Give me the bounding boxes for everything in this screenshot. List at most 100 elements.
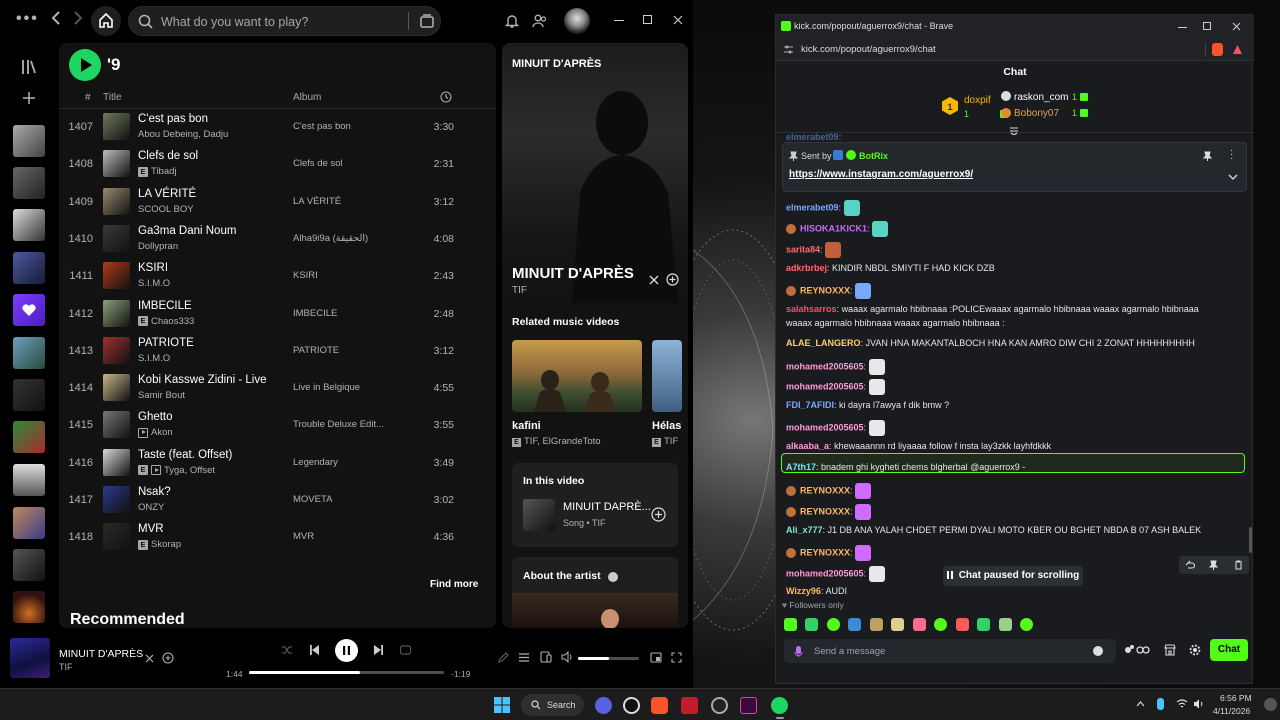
track-title[interactable]: Taste (feat. Offset)	[138, 449, 232, 461]
minimize-icon[interactable]	[1178, 27, 1187, 28]
fullscreen-icon[interactable]	[671, 652, 682, 663]
volume-icon[interactable]	[561, 651, 574, 663]
maximize-icon[interactable]	[1203, 22, 1211, 30]
emote[interactable]	[955, 618, 969, 632]
edit-icon[interactable]	[498, 652, 509, 663]
chat-username[interactable]: mohamed2005605	[786, 568, 864, 578]
library-item[interactable]	[13, 337, 45, 369]
site-info-icon[interactable]	[783, 44, 794, 55]
song-art[interactable]	[523, 499, 555, 531]
microphone-icon[interactable]	[794, 645, 803, 658]
app-icon[interactable]	[711, 697, 728, 714]
chat-username[interactable]: A7th17	[786, 462, 816, 472]
repeat-icon[interactable]	[399, 644, 412, 656]
track-album[interactable]: Alha9i9a (الحقيقة)	[293, 233, 368, 244]
chevron-down-icon[interactable]	[1009, 127, 1019, 135]
track-album[interactable]: Live in Belgique	[293, 382, 360, 393]
track-album[interactable]: MOVETA	[293, 494, 332, 505]
shuffle-icon[interactable]	[281, 644, 293, 656]
settings-icon[interactable]	[1189, 644, 1201, 656]
chat-username[interactable]: adkrbrbej	[786, 263, 827, 273]
library-item[interactable]	[13, 507, 45, 539]
emoji-icon[interactable]	[1093, 646, 1103, 656]
minimize-icon[interactable]	[614, 20, 624, 21]
url-text[interactable]: kick.com/popout/aguerrox9/chat	[801, 44, 936, 55]
library-icon[interactable]	[20, 59, 38, 75]
track-album[interactable]: Legendary	[293, 457, 338, 468]
track-album[interactable]: Clefs de sol	[293, 158, 343, 169]
microphone-icon[interactable]	[1157, 698, 1164, 710]
emote[interactable]	[977, 618, 991, 632]
in-video-title[interactable]: MINUIT DAPRÈ...	[563, 501, 651, 513]
search-bar[interactable]: What do you want to play?	[128, 6, 441, 36]
track-artist-name[interactable]: Tibadj	[151, 166, 177, 177]
track-album[interactable]: C'est pas bon	[293, 121, 351, 132]
spotify-icon[interactable]	[771, 697, 788, 714]
app-icon[interactable]	[740, 697, 757, 714]
chat-username[interactable]: Ali_x777	[786, 525, 823, 535]
track-row[interactable]: 1414 Kobi Kasswe Zidini - Live Samir Bout L…	[59, 370, 496, 407]
track-title[interactable]: Ghetto	[138, 411, 173, 423]
track-art[interactable]	[103, 523, 130, 551]
notifications-icon[interactable]	[1264, 698, 1277, 711]
track-artist-name[interactable]: Abou Debeing, Dadju	[138, 129, 228, 140]
maximize-icon[interactable]	[643, 15, 652, 24]
track-artist-name[interactable]: Chaos333	[151, 316, 194, 327]
pinned-link[interactable]: https://www.instagram.com/aguerrox9/	[789, 169, 973, 180]
chat-username[interactable]: elmerabet09	[786, 202, 839, 212]
pin-icon[interactable]	[1203, 151, 1212, 161]
track-artist-name[interactable]: SCOOL BOY	[138, 204, 194, 215]
track-row[interactable]: 1417 Nsak? ONZY MOVETA 3:02	[59, 482, 496, 519]
add-circle-icon[interactable]	[162, 652, 174, 664]
library-item[interactable]	[13, 125, 45, 157]
emote[interactable]	[805, 618, 819, 632]
brave-rewards-icon[interactable]	[1232, 44, 1243, 55]
track-title[interactable]: IMBECILE	[138, 300, 192, 312]
track-art[interactable]	[103, 262, 130, 290]
player-track-title[interactable]: MINUIT D'APRÈS	[59, 648, 143, 660]
library-item[interactable]	[13, 591, 45, 623]
clock-time[interactable]: 6:56 PM	[1220, 693, 1252, 703]
brave-icon[interactable]	[651, 697, 668, 714]
windows-start-icon[interactable]	[494, 697, 510, 713]
track-art[interactable]	[103, 486, 130, 513]
send-chat-button[interactable]: Chat	[1210, 639, 1248, 661]
emote[interactable]	[998, 618, 1012, 632]
track-artist-name[interactable]: S.I.M.O	[138, 353, 170, 364]
now-playing-artist[interactable]: TIF	[512, 285, 527, 296]
wifi-icon[interactable]	[1176, 699, 1188, 709]
close-icon[interactable]	[649, 275, 659, 285]
progress-bar[interactable]	[249, 671, 444, 674]
track-artist-name[interactable]: ONZY	[138, 502, 164, 513]
track-title[interactable]: Clefs de sol	[138, 150, 198, 162]
github-icon[interactable]	[623, 697, 640, 714]
emote[interactable]	[848, 618, 862, 632]
track-title[interactable]: PATRIOTE	[138, 337, 194, 349]
library-item[interactable]	[13, 549, 45, 581]
pin-icon[interactable]	[1209, 560, 1218, 570]
track-title[interactable]: MVR	[138, 523, 164, 535]
message-input[interactable]: Send a message	[814, 646, 885, 657]
video-thumbnail[interactable]	[652, 340, 682, 412]
track-row[interactable]: 1408 Clefs de sol E Tibadj Clefs de sol 2:31	[59, 146, 496, 183]
track-art[interactable]	[103, 448, 130, 476]
chat-emote[interactable]	[855, 283, 872, 299]
track-art[interactable]	[103, 224, 130, 252]
forward-arrow-icon[interactable]	[72, 10, 84, 26]
track-artist-name[interactable]: Dollypran	[138, 241, 178, 252]
menu-dots-icon[interactable]: •••	[16, 10, 39, 28]
trash-icon[interactable]	[1234, 560, 1243, 570]
chat-emote[interactable]	[868, 420, 885, 436]
track-album[interactable]: IMBECILE	[293, 308, 337, 319]
track-art[interactable]	[103, 150, 130, 178]
more-options-icon[interactable]: · · ·	[1230, 146, 1233, 164]
chat-username[interactable]: ALAE_LANGERO	[786, 338, 861, 348]
chevron-down-icon[interactable]	[1228, 174, 1238, 181]
discord-icon[interactable]	[595, 697, 612, 714]
chat-emote[interactable]	[868, 359, 885, 375]
back-arrow-icon[interactable]	[50, 10, 62, 26]
track-row[interactable]: 1416 Taste (feat. Offset) E Tyga, Offset Leg…	[59, 445, 496, 482]
chat-emote[interactable]	[855, 483, 872, 499]
taskbar-search[interactable]: Search	[521, 694, 584, 716]
track-art[interactable]	[103, 336, 130, 364]
